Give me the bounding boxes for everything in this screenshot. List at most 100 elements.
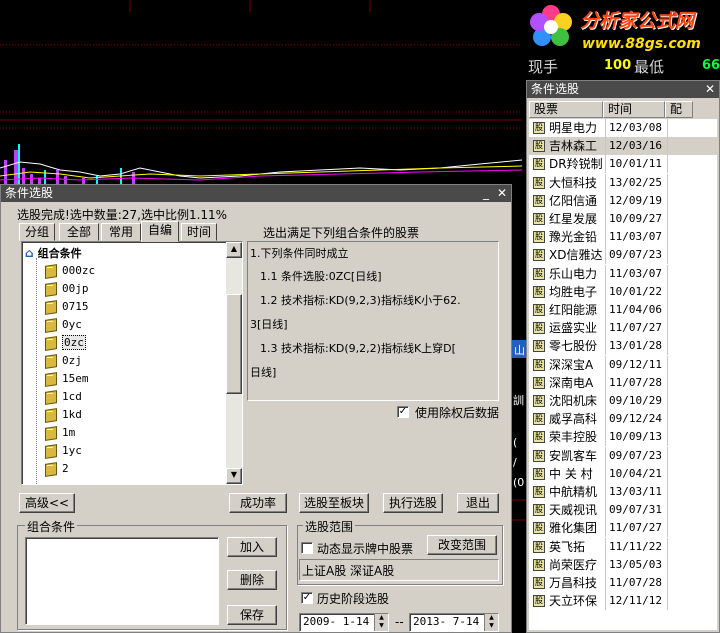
- tree-item-label: 0zj: [62, 354, 82, 367]
- stock-row[interactable]: 股中航精机 13/03/11: [529, 483, 717, 501]
- folder-icon: [44, 300, 56, 312]
- stock-row[interactable]: 股英飞拓 11/11/22: [529, 537, 717, 556]
- stock-name: 中 关 村: [549, 466, 593, 481]
- stock-row[interactable]: 股安凯客车 09/07/23: [529, 446, 717, 465]
- grid-line: [605, 537, 606, 556]
- column-header-match[interactable]: 配: [665, 101, 693, 118]
- execute-select-button[interactable]: 执行选股: [383, 493, 443, 513]
- grid-line: [667, 191, 668, 210]
- grid-line: [605, 246, 606, 265]
- dialog-titlebar[interactable]: 条件选股 _ ✕: [1, 185, 511, 202]
- grid-line: [605, 355, 606, 374]
- column-header-time[interactable]: 时间: [603, 101, 665, 118]
- tree-scrollbar[interactable]: ▲ ▼: [226, 242, 242, 484]
- tree-item[interactable]: 1kd: [44, 406, 82, 424]
- stock-row[interactable]: 股天威视讯 09/07/31: [529, 501, 717, 520]
- tree-item-label: 0715: [62, 300, 89, 313]
- stock-row[interactable]: 股 XD信雅达 09/07/23: [529, 246, 717, 265]
- select-to-sector-button[interactable]: 选股至板块: [299, 493, 369, 513]
- tree-item[interactable]: 1m: [44, 424, 75, 442]
- tree-item[interactable]: 0yc: [44, 316, 82, 334]
- tree-item[interactable]: 15em: [44, 370, 89, 388]
- stock-row[interactable]: 股尚荣医疗 13/05/03: [529, 555, 717, 574]
- stock-row[interactable]: 股荣丰控股 10/09/13: [529, 428, 717, 447]
- stock-row[interactable]: 股吉林森工 12/03/16: [529, 137, 717, 156]
- close-icon[interactable]: ✕: [703, 82, 717, 96]
- tree-item[interactable]: 2: [44, 460, 69, 478]
- grid-line: [605, 228, 606, 247]
- scroll-down-icon[interactable]: ▼: [226, 468, 242, 484]
- criteria-title: 选出满足下列组合条件的股票: [263, 226, 420, 240]
- history-checkbox[interactable]: ✓: [301, 592, 313, 604]
- success-rate-button[interactable]: 成功率: [229, 493, 287, 513]
- stock-row[interactable]: 股 DR羚锐制 10/01/11: [529, 155, 717, 174]
- tab-time[interactable]: 时间: [181, 223, 217, 241]
- stock-row[interactable]: 股乐山电力 11/03/07: [529, 264, 717, 283]
- stock-row[interactable]: 股天立环保 12/11/12: [529, 592, 717, 611]
- tree-item[interactable]: 00jp: [44, 280, 89, 298]
- stock-row[interactable]: 股深深宝A 09/12/11: [529, 355, 717, 374]
- tree-item[interactable]: 1yc: [44, 442, 82, 460]
- minimize-icon[interactable]: _: [479, 186, 493, 200]
- stock-row[interactable]: 股万昌科技 11/07/28: [529, 574, 717, 592]
- date-to-picker[interactable]: 2013- 7-14 ▲ ▼: [409, 613, 499, 632]
- tree-item[interactable]: 000zc: [44, 262, 95, 280]
- quote-label-volume: 现手: [528, 58, 559, 76]
- stock-row[interactable]: 股红阳能源 11/04/06: [529, 301, 717, 319]
- scroll-thumb[interactable]: [226, 294, 242, 394]
- stock-date: 09/12/11: [609, 357, 662, 371]
- stock-icon: 股: [533, 358, 545, 371]
- tab-all[interactable]: 全部: [59, 223, 99, 241]
- tree-item[interactable]: 0715: [44, 298, 89, 316]
- scroll-up-icon[interactable]: ▲: [226, 242, 242, 258]
- tree-item[interactable]: 0zc: [44, 334, 86, 352]
- change-range-button[interactable]: 改变范围: [427, 535, 497, 555]
- tab-group[interactable]: 分组: [19, 223, 55, 241]
- close-icon[interactable]: ✕: [495, 186, 509, 200]
- stock-date: 10/04/21: [609, 466, 662, 480]
- stock-row[interactable]: 股明星电力 12/03/08: [529, 119, 717, 137]
- stock-row[interactable]: 股大恒科技 13/02/25: [529, 173, 717, 192]
- stock-row[interactable]: 股亿阳信通 12/09/19: [529, 191, 717, 210]
- stock-name: 红阳能源: [549, 303, 598, 317]
- range-group-label: 选股范围: [303, 518, 356, 535]
- combo-list[interactable]: [25, 537, 219, 625]
- advanced-button[interactable]: 高级<<: [19, 493, 75, 513]
- use-adjusted-checkbox[interactable]: ✓: [397, 406, 409, 418]
- exit-button[interactable]: 退出: [457, 493, 499, 513]
- tree-root[interactable]: ⌂ 组合条件: [25, 244, 82, 262]
- column-header-stock[interactable]: 股票: [529, 101, 603, 118]
- stock-row[interactable]: 股深南电A 11/07/28: [529, 373, 717, 392]
- grid-line: [605, 555, 606, 574]
- stock-row[interactable]: 股均胜电子 10/01/22: [529, 282, 717, 301]
- save-button[interactable]: 保存: [227, 605, 277, 625]
- stock-icon: 股: [533, 267, 545, 280]
- stock-date: 11/11/22: [609, 539, 662, 553]
- svg-text:(0: (0: [513, 476, 524, 489]
- stock-window-titlebar[interactable]: 条件选股 ✕: [527, 81, 719, 98]
- grid-line: [667, 519, 668, 538]
- stock-row[interactable]: 股威孚高科 09/12/24: [529, 410, 717, 429]
- grid-line: [667, 555, 668, 574]
- stock-row[interactable]: 股沈阳机床 09/10/29: [529, 392, 717, 410]
- folder-icon: [44, 318, 56, 330]
- tab-common[interactable]: 常用: [101, 223, 141, 241]
- stock-row[interactable]: 股零七股份 13/01/28: [529, 337, 717, 356]
- dynamic-display-checkbox[interactable]: [301, 542, 313, 554]
- stock-row[interactable]: 股雅化集团 11/07/27: [529, 519, 717, 538]
- stock-row[interactable]: 股红星发展 10/09/27: [529, 210, 717, 228]
- add-button[interactable]: 加入: [227, 537, 277, 557]
- tree-item[interactable]: 0zj: [44, 352, 82, 370]
- stock-row[interactable]: 股中 关 村 10/04/21: [529, 464, 717, 483]
- stock-date: 11/07/27: [609, 521, 662, 535]
- date-to-spin-icon[interactable]: ▲ ▼: [484, 614, 498, 631]
- stock-row[interactable]: 股豫光金铅 11/03/07: [529, 228, 717, 247]
- delete-button[interactable]: 删除: [227, 570, 277, 590]
- stock-icon: 股: [533, 285, 545, 298]
- criteria-line: 1.1 条件选股:0ZC[日线]: [260, 270, 382, 283]
- date-from-spin-icon[interactable]: ▲ ▼: [374, 614, 388, 631]
- tab-custom[interactable]: 自编: [141, 221, 179, 242]
- stock-row[interactable]: 股运盛实业 11/07/27: [529, 319, 717, 338]
- date-from-picker[interactable]: 2009- 1-14 ▲ ▼: [299, 613, 389, 632]
- tree-item[interactable]: 1cd: [44, 388, 82, 406]
